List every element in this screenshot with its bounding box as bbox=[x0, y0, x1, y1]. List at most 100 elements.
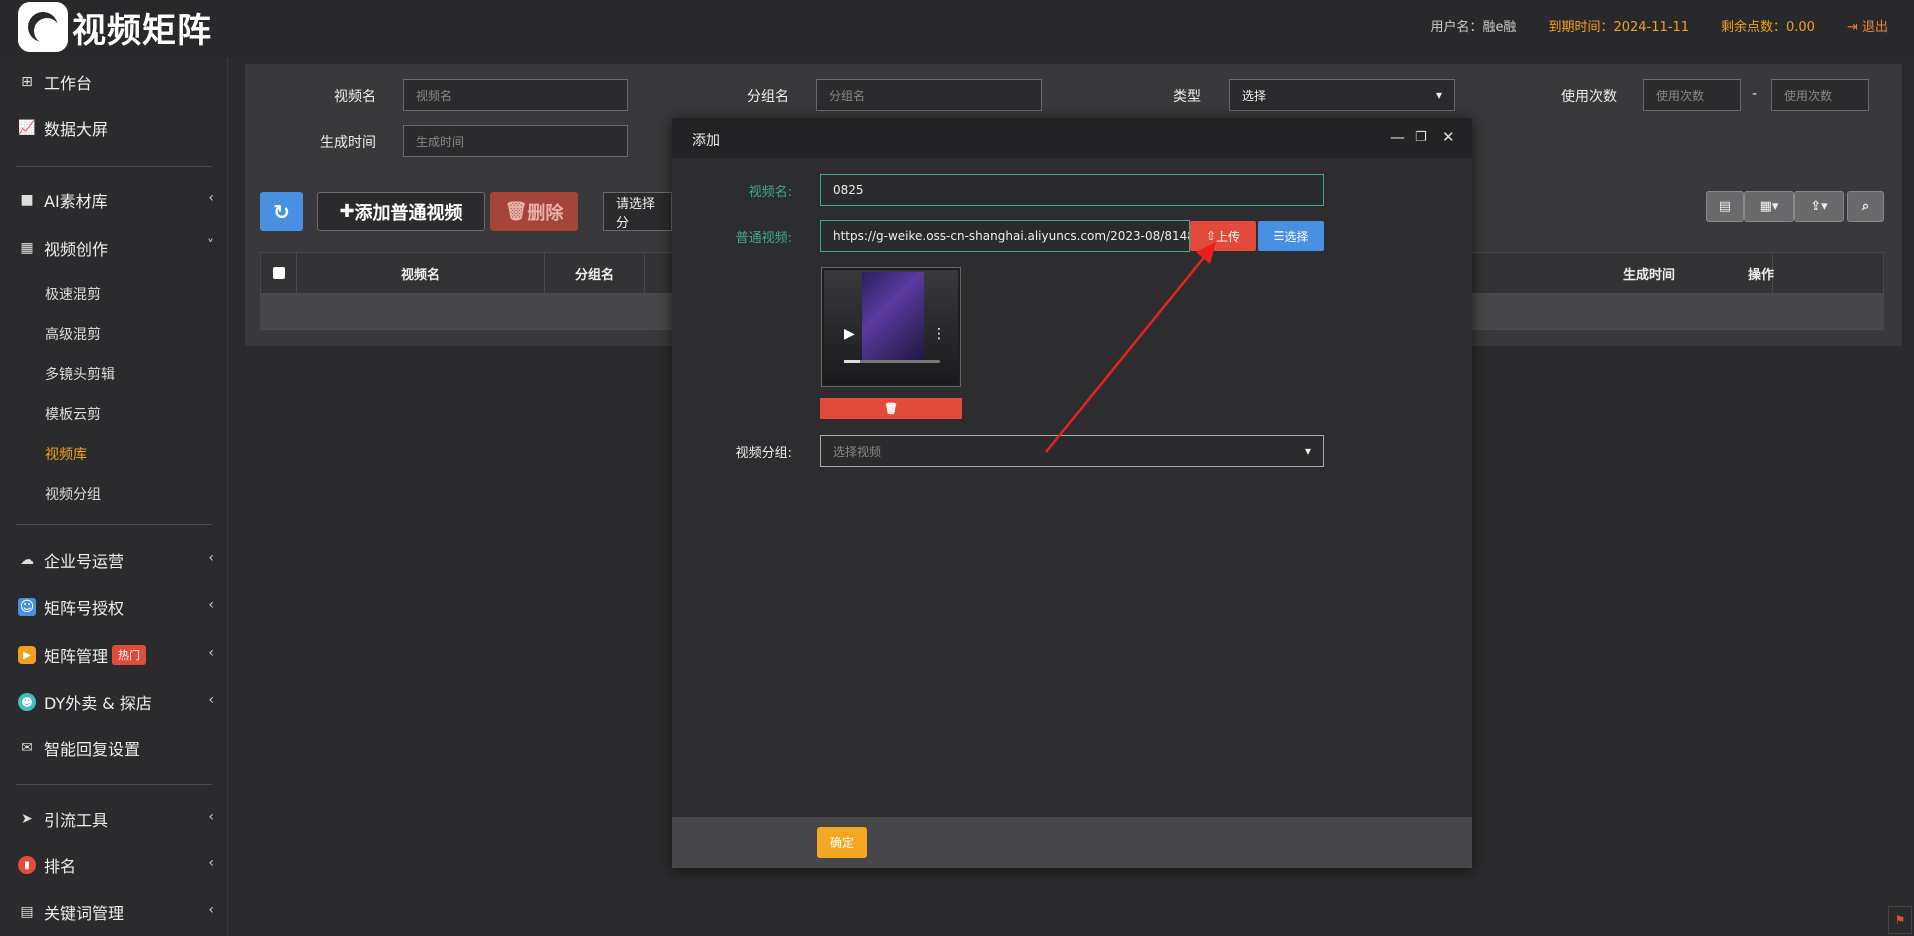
sidebar-item-label: DY外卖 & 探店 bbox=[44, 694, 152, 713]
chevron-left-icon: ‹ bbox=[208, 692, 214, 708]
group-filter-select[interactable]: 请选择分 bbox=[603, 192, 672, 231]
folder-icon: ■ bbox=[20, 192, 34, 208]
export-button[interactable]: ⇪▾ bbox=[1794, 191, 1844, 222]
confirm-button[interactable]: 确定 bbox=[817, 827, 867, 858]
play-icon[interactable]: ▶ bbox=[844, 326, 855, 342]
contact-icon: ☺ bbox=[18, 598, 36, 616]
sidebar-item-label: AI素材库 bbox=[44, 192, 108, 211]
sidebar-item-enterprise[interactable]: ☁ 企业号运营 ‹ bbox=[18, 548, 214, 572]
minimize-icon[interactable]: — bbox=[1390, 128, 1405, 146]
sidebar-item-workbench[interactable]: ⊞ 工作台 bbox=[18, 70, 214, 94]
chevron-left-icon: ‹ bbox=[208, 809, 214, 825]
delete-video-button[interactable]: 🗑 bbox=[820, 398, 962, 419]
sidebar-sub-template-cloud[interactable]: 模板云剪 bbox=[45, 404, 101, 424]
col-actions: 操作 bbox=[1747, 267, 1774, 283]
usage-min-input[interactable]: 使用次数 bbox=[1643, 79, 1741, 111]
usage-label: 使用次数 bbox=[1561, 89, 1617, 105]
logo-icon bbox=[18, 2, 68, 52]
trash-icon: 🗑 bbox=[504, 201, 528, 222]
sidebar-item-ranking[interactable]: ▮ 排名 ‹ bbox=[18, 853, 214, 877]
cloud-icon: ☁ bbox=[20, 552, 34, 568]
dialog-name-input[interactable]: 0825 bbox=[820, 174, 1324, 206]
export-icon: ⇪▾ bbox=[1810, 199, 1828, 214]
delete-button[interactable]: 🗑 删除 bbox=[490, 192, 578, 231]
type-value: 选择 bbox=[1242, 88, 1267, 103]
sidebar-divider bbox=[16, 524, 212, 525]
sidebar-sub-fast-mix[interactable]: 极速混剪 bbox=[45, 284, 101, 304]
columns-button[interactable]: ▦▾ bbox=[1744, 191, 1794, 222]
logo: 视频矩阵 bbox=[18, 2, 212, 52]
header-info: 用户名：融e融 到期时间：2024-11-11 剩余点数：0.00 ⇥ 退出 bbox=[1430, 16, 1888, 35]
sidebar-sub-advanced-mix[interactable]: 高级混剪 bbox=[45, 324, 101, 344]
search-icon: ⌕ bbox=[1861, 199, 1870, 214]
usage-max-input[interactable]: 使用次数 bbox=[1771, 79, 1869, 111]
list-view-button[interactable]: ▤ bbox=[1706, 191, 1744, 222]
select-all-checkbox[interactable] bbox=[261, 253, 297, 293]
add-video-button[interactable]: ✚ 添加普通视频 bbox=[317, 192, 485, 231]
logout-link[interactable]: ⇥ 退出 bbox=[1847, 16, 1888, 35]
sidebar-item-label: 矩阵管理 bbox=[44, 647, 109, 666]
file-icon: ▤ bbox=[20, 904, 34, 920]
sidebar-item-dy-takeout[interactable]: ☻ DY外卖 & 探店 ‹ bbox=[18, 690, 214, 714]
expire-date: 到期时间：2024-11-11 bbox=[1548, 20, 1689, 35]
type-select[interactable]: 选择 ▾ bbox=[1229, 79, 1455, 111]
sidebar-item-label: 企业号运营 bbox=[44, 552, 125, 571]
sidebar-item-label: 矩阵号授权 bbox=[44, 599, 125, 618]
sidebar: ⊞ 工作台 📈 数据大屏 ■ AI素材库 ‹ ▦ 视频创作 ˅ 极速混剪 高级混剪 多镜头剪… bbox=[0, 58, 228, 936]
col-video-name[interactable]: 视频名 bbox=[297, 253, 545, 293]
sidebar-item-keywords[interactable]: ▤ 关键词管理 ‹ bbox=[18, 900, 214, 924]
caret-down-icon: ▾ bbox=[1435, 88, 1442, 102]
col-group-name[interactable]: 分组名 bbox=[545, 253, 645, 293]
chevron-left-icon: ‹ bbox=[208, 645, 214, 661]
list-icon: ☰ bbox=[1273, 229, 1285, 243]
chevron-left-icon: ‹ bbox=[208, 902, 214, 918]
add-dialog: 添加 — ❐ ✕ 视频名: 0825 普通视频: https://g-weike… bbox=[672, 118, 1472, 868]
dialog-video-label: 普通视频: bbox=[735, 231, 792, 246]
chart-icon: 📈 bbox=[18, 120, 36, 136]
sidebar-sub-multi-cam[interactable]: 多镜头剪辑 bbox=[45, 364, 115, 384]
envelope-icon: ✉ bbox=[21, 740, 33, 756]
more-icon[interactable]: ⋮ bbox=[932, 326, 946, 342]
maximize-icon[interactable]: ❐ bbox=[1415, 130, 1427, 145]
placeholder: 视频名 bbox=[416, 88, 453, 103]
chevron-left-icon: ‹ bbox=[208, 855, 214, 871]
sidebar-item-label: 工作台 bbox=[44, 74, 93, 93]
film-icon: ▦ bbox=[20, 240, 34, 256]
search-button[interactable]: ⌕ bbox=[1847, 191, 1884, 222]
usage-separator: - bbox=[1752, 86, 1758, 102]
video-progress[interactable] bbox=[844, 360, 940, 363]
sidebar-item-matrix-auth[interactable]: ☺ 矩阵号授权 ‹ bbox=[18, 595, 214, 619]
video-name-label: 视频名 bbox=[334, 89, 376, 105]
sidebar-item-ai-materials[interactable]: ■ AI素材库 ‹ bbox=[18, 188, 214, 212]
video-preview[interactable]: ▶ ⋮ bbox=[821, 267, 961, 387]
chevron-down-icon: ˅ bbox=[207, 238, 214, 254]
sidebar-item-matrix-manage[interactable]: ▶ 矩阵管理 热门 ‹ bbox=[18, 643, 214, 667]
video-name-input[interactable]: 视频名 bbox=[403, 79, 628, 111]
caret-down-icon: ▾ bbox=[1304, 444, 1311, 458]
group-name-input[interactable]: 分组名 bbox=[816, 79, 1042, 111]
dialog-name-value: 0825 bbox=[833, 183, 864, 197]
annotation-arrow bbox=[1045, 242, 1216, 453]
trash-icon: 🗑 bbox=[884, 402, 898, 415]
logout-label: 退出 bbox=[1861, 20, 1888, 35]
sidebar-item-video-creation[interactable]: ▦ 视频创作 ˅ bbox=[18, 236, 214, 260]
close-icon[interactable]: ✕ bbox=[1442, 128, 1455, 146]
created-label: 生成时间 bbox=[320, 135, 376, 151]
placeholder: 分组名 bbox=[829, 88, 866, 103]
plus-icon: ✚ bbox=[339, 201, 355, 222]
placeholder: 生成时间 bbox=[416, 134, 465, 149]
sidebar-sub-video-library[interactable]: 视频库 bbox=[45, 444, 87, 464]
smile-icon: ☻ bbox=[18, 693, 36, 711]
sidebar-item-smart-reply[interactable]: ✉ 智能回复设置 bbox=[18, 736, 214, 760]
refresh-button[interactable]: ↻ bbox=[260, 192, 303, 231]
sidebar-item-dashboard[interactable]: 📈 数据大屏 bbox=[18, 116, 214, 140]
sidebar-item-traffic-tools[interactable]: ➤ 引流工具 ‹ bbox=[18, 807, 214, 831]
choose-button[interactable]: ☰ 选择 bbox=[1258, 221, 1324, 251]
created-input[interactable]: 生成时间 bbox=[403, 125, 628, 157]
flag-icon[interactable]: ⚑ bbox=[1888, 906, 1912, 934]
sidebar-sub-video-group[interactable]: 视频分组 bbox=[45, 484, 101, 504]
sidebar-divider bbox=[16, 784, 212, 785]
checkbox-icon bbox=[272, 267, 285, 279]
app-root: 视频矩阵 用户名：融e融 到期时间：2024-11-11 剩余点数：0.00 ⇥… bbox=[0, 0, 1914, 936]
windows-icon: ⊞ bbox=[21, 74, 33, 90]
